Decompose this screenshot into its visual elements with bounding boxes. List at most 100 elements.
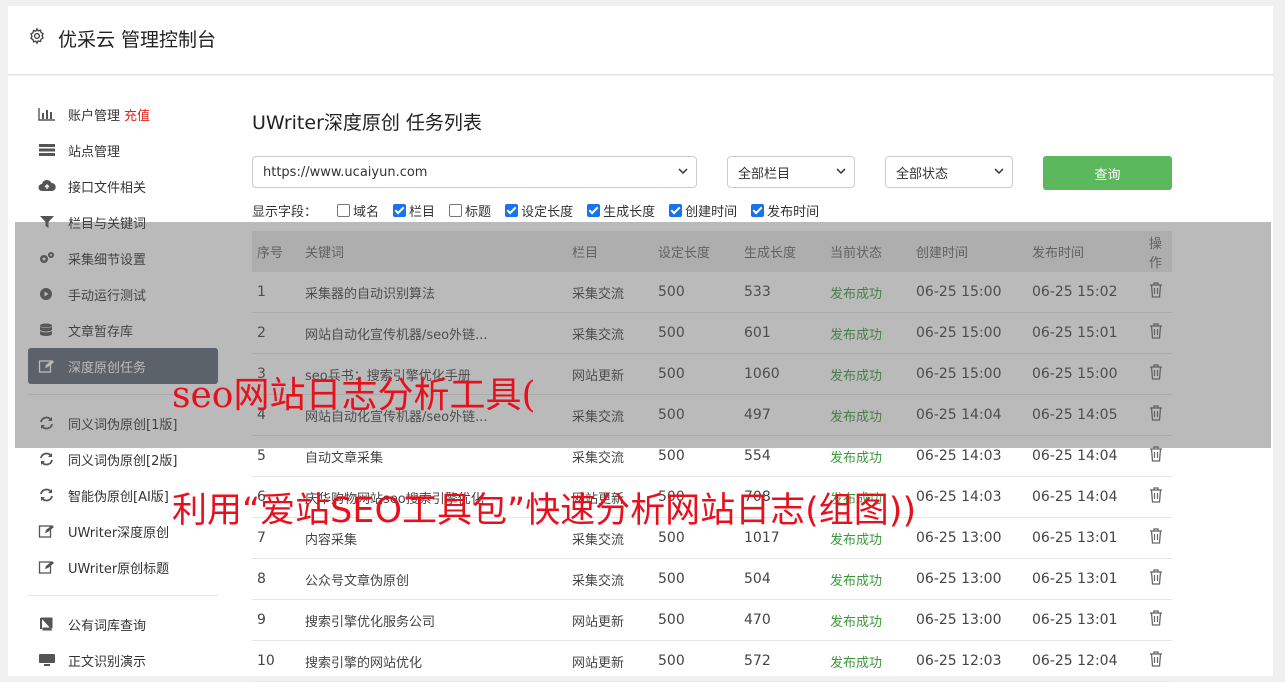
edit-icon: [38, 525, 54, 538]
sidebar-item-label: 公有词库查询: [68, 618, 147, 634]
display-fields-label: 显示字段：: [252, 205, 318, 220]
row-created: 06-25 12:03: [911, 640, 1027, 682]
row-column: 网站更新: [567, 599, 653, 641]
site-select[interactable]: https://www.ucaiyun.com: [252, 156, 697, 188]
row-published: 06-25 13:01: [1027, 599, 1144, 641]
row-actions: [1144, 476, 1172, 518]
trash-icon[interactable]: [1149, 610, 1163, 626]
row-published: 06-25 12:04: [1027, 640, 1144, 682]
chevron-down-icon: [678, 168, 688, 175]
row-gen-length: 572: [739, 640, 825, 682]
cloud-upload-icon: [38, 179, 56, 191]
bar-chart-icon: [38, 108, 55, 121]
checkbox[interactable]: [669, 204, 683, 217]
sidebar-item-account[interactable]: 账户管理 充值: [28, 96, 218, 132]
row-published: 06-25 14:04: [1027, 476, 1144, 518]
column-select-value: 全部栏目: [738, 166, 791, 182]
sidebar-item-label: UWriter深度原创: [68, 525, 170, 541]
checkbox[interactable]: [449, 204, 463, 217]
book-icon: [40, 617, 53, 631]
query-button[interactable]: 查询: [1043, 156, 1172, 190]
app-title: 优采云 管理控制台: [58, 29, 217, 51]
row-gen-length: 504: [739, 558, 825, 600]
status-select-value: 全部状态: [896, 166, 949, 182]
column-select[interactable]: 全部栏目: [727, 156, 855, 188]
row-actions: [1144, 558, 1172, 600]
row-index: 10: [252, 640, 300, 682]
row-actions: [1144, 599, 1172, 641]
chevron-down-icon: [994, 168, 1004, 175]
row-set-length: 500: [653, 640, 739, 682]
row-created: 06-25 13:00: [911, 558, 1027, 600]
row-column: 网站更新: [567, 640, 653, 682]
trash-icon[interactable]: [1149, 651, 1163, 667]
row-published: 06-25 13:01: [1027, 517, 1144, 559]
checkbox[interactable]: [751, 204, 765, 217]
sidebar-divider: [28, 595, 218, 596]
watermark-line-2: 利用“爱站SEO工具包”快速分析网站日志(组图)): [172, 491, 917, 531]
row-created: 06-25 13:00: [911, 517, 1027, 559]
sidebar-item-sites[interactable]: 站点管理: [28, 132, 218, 168]
trash-icon[interactable]: [1149, 569, 1163, 585]
sidebar-item-public-dict[interactable]: 公有词库查询: [28, 606, 218, 642]
sidebar-item-label: 智能伪原创[AI版]: [68, 489, 169, 505]
checkbox-label: 生成长度: [603, 205, 656, 220]
sidebar-item-label: 正文识别演示: [68, 654, 147, 670]
checkbox-label: 创建时间: [685, 205, 738, 220]
chevron-down-icon: [836, 168, 846, 175]
field-checkbox-title[interactable]: 标题: [449, 201, 491, 220]
sidebar-item-text-recognize[interactable]: 正文识别演示: [28, 642, 218, 678]
row-created: 06-25 13:00: [911, 599, 1027, 641]
row-index: 9: [252, 599, 300, 641]
watermark-line-1: seo网站日志分析工具(: [172, 375, 536, 416]
table-row: 8 公众号文章伪原创 采集交流 500 504 发布成功 06-25 13:00 06-25 …: [252, 558, 1172, 600]
row-keyword: 搜索引擎的网站优化: [300, 640, 567, 682]
row-status: 发布成功: [825, 599, 911, 641]
display-fields: 显示字段： 域名 栏目 标题 设定长度 生成长度 创建时间 发布时间: [252, 201, 833, 220]
row-actions: [1144, 640, 1172, 682]
sidebar-item-label: 同义词伪原创[2版]: [68, 453, 178, 469]
checkbox[interactable]: [393, 204, 407, 217]
field-checkbox-created[interactable]: 创建时间: [669, 201, 737, 220]
row-keyword: 搜索引擎优化服务公司: [300, 599, 567, 641]
sidebar-item-uwriter-title[interactable]: UWriter原创标题: [28, 549, 218, 585]
monitor-icon: [39, 654, 55, 666]
sidebar-item-interface[interactable]: 接口文件相关: [28, 168, 218, 204]
table-row: 10 搜索引擎的网站优化 网站更新 500 572 发布成功 06-25 12:03 06-2…: [252, 640, 1172, 682]
row-actions: [1144, 517, 1172, 559]
edit-icon: [38, 561, 54, 574]
field-checkbox-column[interactable]: 栏目: [393, 201, 435, 220]
checkbox[interactable]: [337, 204, 351, 217]
checkbox[interactable]: [587, 204, 601, 217]
gear-icon: [30, 27, 44, 45]
trash-icon[interactable]: [1149, 446, 1163, 462]
table-row: 9 搜索引擎优化服务公司 网站更新 500 470 发布成功 06-25 13:00 06-2…: [252, 599, 1172, 641]
server-icon: [39, 144, 55, 156]
trash-icon[interactable]: [1149, 487, 1163, 503]
field-checkbox-gen-length[interactable]: 生成长度: [587, 201, 655, 220]
checkbox-label: 设定长度: [521, 205, 574, 220]
checkbox-label: 栏目: [409, 205, 436, 220]
checkbox[interactable]: [505, 204, 519, 217]
page-title: UWriter深度原创 任务列表: [252, 112, 482, 134]
row-keyword: 公众号文章伪原创: [300, 558, 567, 600]
sidebar-item-label: 接口文件相关: [68, 180, 147, 196]
row-status: 发布成功: [825, 558, 911, 600]
field-checkbox-published[interactable]: 发布时间: [751, 201, 819, 220]
checkbox-label: 发布时间: [767, 205, 820, 220]
row-published: 06-25 13:01: [1027, 558, 1144, 600]
field-checkbox-domain[interactable]: 域名: [337, 201, 379, 220]
top-header: 优采云 管理控制台: [8, 6, 1273, 75]
row-gen-length: 470: [739, 599, 825, 641]
recharge-link[interactable]: 充值: [124, 105, 150, 124]
row-created: 06-25 14:03: [911, 476, 1027, 518]
row-status: 发布成功: [825, 640, 911, 682]
sidebar-item-label: UWriter原创标题: [68, 561, 170, 577]
sidebar-item-label: 账户管理: [68, 108, 121, 124]
field-checkbox-set-length[interactable]: 设定长度: [505, 201, 573, 220]
row-column: 采集交流: [567, 558, 653, 600]
status-select[interactable]: 全部状态: [885, 156, 1013, 188]
site-select-value: https://www.ucaiyun.com: [263, 164, 428, 180]
refresh-icon: [40, 488, 53, 502]
trash-icon[interactable]: [1149, 528, 1163, 544]
